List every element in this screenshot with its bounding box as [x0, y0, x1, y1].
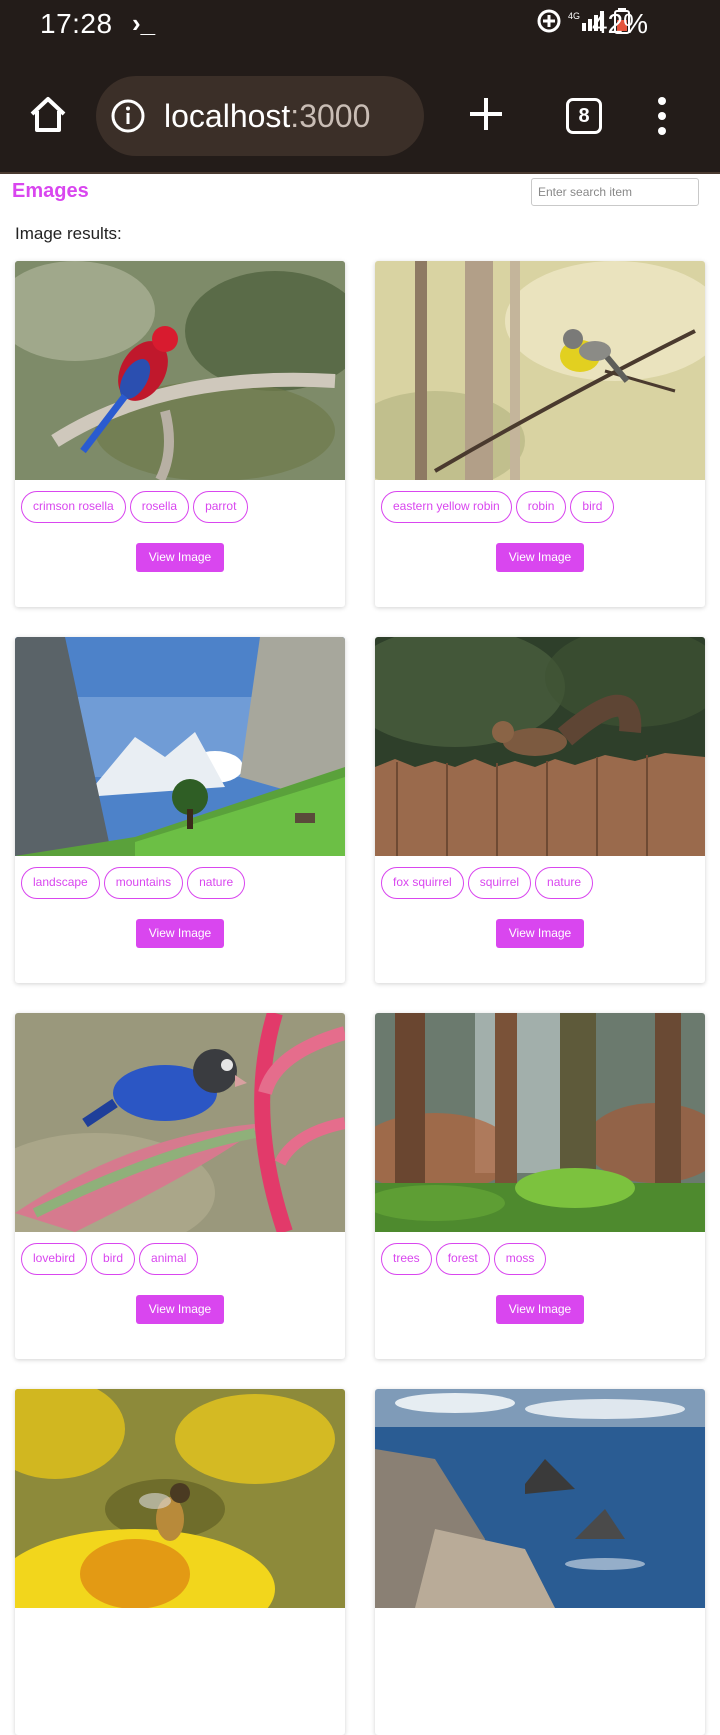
browser-toolbar: localhost:3000 8: [0, 50, 720, 174]
card-image[interactable]: [15, 1013, 345, 1232]
tag-list: lovebird bird animal: [21, 1243, 199, 1275]
brand-logo[interactable]: Emages: [12, 180, 89, 203]
tag-chip[interactable]: animal: [139, 1243, 199, 1275]
url-text[interactable]: localhost:3000: [164, 98, 370, 135]
tag-list: crimson rosella rosella parrot: [21, 491, 249, 523]
status-time: 17:28: [40, 8, 113, 39]
url-host: localhost: [164, 97, 291, 134]
image-grid: crimson rosella rosella parrot View Imag…: [15, 261, 705, 1735]
view-image-button[interactable]: View Image: [496, 919, 584, 948]
view-image-button[interactable]: View Image: [136, 1295, 224, 1324]
info-icon[interactable]: [110, 98, 146, 134]
view-image-button[interactable]: View Image: [496, 543, 584, 572]
tag-chip[interactable]: moss: [493, 1243, 547, 1275]
card-image[interactable]: [15, 1389, 345, 1608]
app-header: Emages: [0, 176, 720, 216]
data-saver-icon: [537, 9, 561, 33]
image-card: eastern yellow robin robin bird View Ima…: [375, 261, 705, 607]
tag-list: eastern yellow robin robin bird: [381, 491, 615, 523]
tag-chip[interactable]: lovebird: [21, 1243, 88, 1275]
battery-percent: 42%: [591, 8, 648, 39]
image-card: [15, 1389, 345, 1735]
view-image-button[interactable]: View Image: [136, 543, 224, 572]
view-image-button[interactable]: View Image: [136, 919, 224, 948]
tag-chip[interactable]: parrot: [193, 491, 249, 523]
tag-chip[interactable]: fox squirrel: [381, 867, 464, 899]
tag-chip[interactable]: mountains: [103, 867, 184, 899]
card-image[interactable]: [15, 261, 345, 480]
card-image[interactable]: [375, 637, 705, 856]
tag-chip[interactable]: landscape: [21, 867, 100, 899]
tag-chip[interactable]: bird: [570, 491, 615, 523]
tag-list: trees forest moss: [381, 1243, 547, 1275]
address-bar[interactable]: localhost:3000: [96, 76, 424, 156]
status-bar: 17:28 ›_ 4G 42%: [0, 0, 720, 50]
card-image[interactable]: [375, 1389, 705, 1608]
image-card: [375, 1389, 705, 1735]
new-tab-icon[interactable]: [466, 94, 506, 134]
tag-chip[interactable]: rosella: [129, 491, 190, 523]
card-image[interactable]: [15, 637, 345, 856]
tag-list: landscape mountains nature: [21, 867, 246, 899]
image-card: crimson rosella rosella parrot View Imag…: [15, 261, 345, 607]
more-options-icon[interactable]: [652, 94, 672, 138]
tag-chip[interactable]: nature: [187, 867, 246, 899]
image-card: lovebird bird animal View Image: [15, 1013, 345, 1359]
image-card: trees forest moss View Image: [375, 1013, 705, 1359]
search-input[interactable]: [531, 178, 699, 206]
tag-chip[interactable]: robin: [515, 491, 567, 523]
tag-chip[interactable]: eastern yellow robin: [381, 491, 512, 523]
tag-chip[interactable]: crimson rosella: [21, 491, 126, 523]
view-image-button[interactable]: View Image: [496, 1295, 584, 1324]
tag-chip[interactable]: bird: [91, 1243, 136, 1275]
tag-chip[interactable]: forest: [435, 1243, 490, 1275]
home-icon[interactable]: [26, 92, 70, 136]
svg-text:4G: 4G: [568, 11, 580, 21]
card-image[interactable]: [375, 261, 705, 480]
url-port: :3000: [290, 97, 371, 134]
results-heading: Image results:: [15, 224, 122, 243]
terminal-icon: ›_: [132, 8, 156, 38]
tag-chip[interactable]: squirrel: [467, 867, 532, 899]
tag-chip[interactable]: nature: [535, 867, 594, 899]
image-card: fox squirrel squirrel nature View Image: [375, 637, 705, 983]
image-card: landscape mountains nature View Image: [15, 637, 345, 983]
tab-switcher-button[interactable]: 8: [566, 98, 602, 134]
card-image[interactable]: [375, 1013, 705, 1232]
tag-chip[interactable]: trees: [381, 1243, 432, 1275]
tag-list: fox squirrel squirrel nature: [381, 867, 594, 899]
